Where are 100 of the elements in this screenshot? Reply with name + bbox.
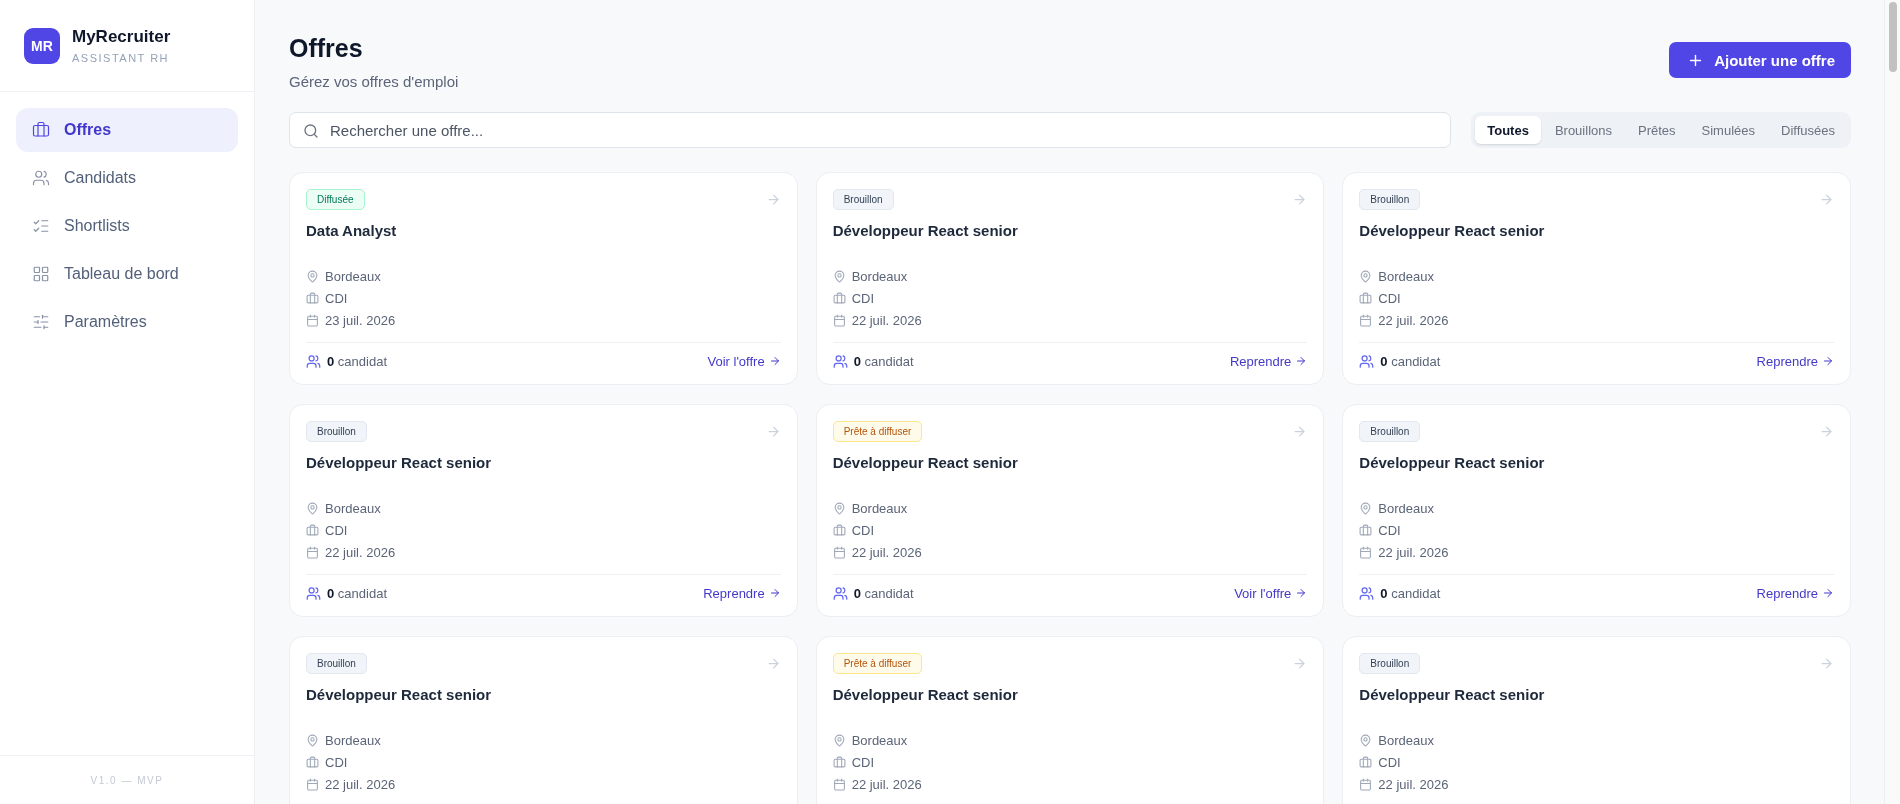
nav-item[interactable]: Candidats [16, 156, 238, 200]
offer-contract: CDI [325, 755, 348, 770]
offer-title: Développeur React senior [832, 454, 1019, 471]
candidate-count: 0 candidat [1380, 353, 1441, 369]
filter-tab[interactable]: Toutes [1475, 116, 1541, 144]
offer-card[interactable]: Brouillon Développeur React senior Bordeaux CDI 22 juil. 2026 0 candidat Reprendre [1342, 172, 1851, 385]
offer-action-link[interactable]: Reprendre [1229, 353, 1308, 369]
offer-location: Bordeaux [325, 733, 381, 748]
offer-card[interactable]: Brouillon Développeur React senior Bordeaux CDI 22 juil. 2026 [289, 636, 798, 804]
pin-icon [1359, 734, 1373, 747]
status-badge: Diffusée [306, 189, 365, 210]
offer-contract: CDI [1378, 755, 1401, 770]
offer-date: 23 juil. 2026 [325, 313, 396, 328]
candidate-count: 0 candidat [327, 353, 387, 369]
offer-location: Bordeaux [1378, 269, 1434, 284]
offer-date: 22 juil. 2026 [325, 777, 396, 792]
people-icon [1359, 353, 1375, 369]
briefcase-icon [1359, 524, 1373, 537]
arrow-right-icon [1295, 587, 1308, 599]
calendar-icon [1359, 314, 1373, 327]
pin-icon [832, 270, 846, 283]
pin-icon [306, 734, 319, 747]
briefcase-icon [1359, 292, 1373, 305]
filter-tab[interactable]: Simulées [1689, 116, 1768, 144]
offer-date: 22 juil. 2026 [1378, 545, 1449, 560]
offer-location: Bordeaux [851, 501, 908, 516]
scrollbar[interactable] [1884, 0, 1900, 804]
candidate-count: 0 candidat [327, 585, 387, 601]
candidate-count: 0 candidat [1380, 585, 1441, 601]
offer-title: Développeur React senior [832, 222, 1019, 239]
arrow-right-icon [1292, 424, 1308, 439]
offer-card[interactable]: Brouillon Développeur React senior Bordeaux CDI 22 juil. 2026 [1342, 636, 1851, 804]
offer-date: 22 juil. 2026 [851, 545, 922, 560]
briefcase-icon [832, 756, 846, 769]
scrollbar-thumb[interactable] [1888, 2, 1897, 72]
offer-title: Data Analyst [306, 222, 398, 239]
offer-contract: CDI [325, 291, 348, 306]
arrow-right-icon [1822, 587, 1834, 599]
offer-action-link[interactable]: Voir l'offre [707, 353, 781, 369]
offer-card[interactable]: Brouillon Développeur React senior Bordeaux CDI 22 juil. 2026 0 candidat Reprendre [289, 404, 798, 617]
offer-action-link[interactable]: Reprendre [1756, 353, 1834, 369]
page-title: Offres [289, 34, 364, 63]
offer-card[interactable]: Brouillon Développeur React senior Bordeaux CDI 22 juil. 2026 0 candidat Reprendre [1342, 404, 1851, 617]
calendar-icon [832, 546, 846, 559]
nav-item[interactable]: Offres [16, 108, 238, 152]
nav-item[interactable]: Tableau de bord [16, 252, 238, 296]
add-offer-button[interactable]: Ajouter une offre [1669, 42, 1851, 78]
nav-item[interactable]: Paramètres [16, 300, 238, 344]
checklist-icon [32, 217, 50, 235]
offer-date: 22 juil. 2026 [1378, 777, 1449, 792]
arrow-right-icon [768, 355, 781, 367]
status-badge: Brouillon [1359, 653, 1421, 674]
arrow-right-icon [1819, 424, 1834, 439]
offer-contract: CDI [1378, 523, 1401, 538]
offer-date: 22 juil. 2026 [851, 777, 922, 792]
status-badge: Brouillon [1359, 189, 1421, 210]
offer-action-link[interactable]: Voir l'offre [1234, 585, 1308, 601]
briefcase-icon [832, 524, 846, 537]
status-badge: Prête à diffuser [832, 421, 923, 442]
offer-card[interactable]: Prête à diffuser Développeur React senior Bordeaux CDI 22 juil. 2026 [815, 636, 1325, 804]
offer-location: Bordeaux [851, 733, 908, 748]
offer-contract: CDI [325, 523, 348, 538]
offer-title: Développeur React senior [306, 686, 493, 703]
search-icon [303, 123, 319, 139]
offer-contract: CDI [851, 523, 875, 538]
calendar-icon [306, 314, 319, 327]
offer-date: 22 juil. 2026 [851, 313, 922, 328]
people-icon [832, 585, 848, 601]
calendar-icon [306, 778, 319, 791]
arrow-right-icon [1295, 355, 1308, 367]
offer-action-link[interactable]: Reprendre [1756, 585, 1834, 601]
offer-card[interactable]: Brouillon Développeur React senior Bordeaux CDI 22 juil. 2026 0 candidat Reprendre [815, 172, 1325, 385]
calendar-icon [832, 778, 846, 791]
sliders-icon [32, 313, 50, 331]
offer-contract: CDI [851, 291, 875, 306]
filter-tab[interactable]: Brouillons [1542, 116, 1624, 144]
nav-item[interactable]: Shortlists [16, 204, 238, 248]
arrow-right-icon [1292, 192, 1308, 207]
briefcase-icon [832, 292, 846, 305]
offer-card[interactable]: Diffusée Data Analyst Bordeaux CDI 23 juil. 2026 0 candidat Voir l'offre [289, 172, 798, 385]
grid-icon [32, 265, 50, 283]
status-badge: Brouillon [832, 189, 894, 210]
arrow-right-icon [765, 656, 781, 671]
pin-icon [1359, 502, 1373, 515]
offer-card[interactable]: Prête à diffuser Développeur React senior Bordeaux CDI 22 juil. 2026 0 candidat Voir l'offre [815, 404, 1325, 617]
search-field[interactable]: Rechercher une offre... [289, 112, 1452, 148]
briefcase-icon [32, 121, 50, 139]
filter-tab[interactable]: Prêtes [1626, 116, 1688, 144]
arrow-right-icon [1822, 355, 1834, 367]
briefcase-icon [306, 292, 319, 305]
filter-tab[interactable]: Diffusées [1769, 116, 1847, 144]
offer-date: 22 juil. 2026 [1378, 313, 1449, 328]
people-icon [32, 169, 50, 187]
status-badge: Prête à diffuser [832, 653, 923, 674]
offer-location: Bordeaux [325, 501, 381, 516]
offer-location: Bordeaux [1378, 733, 1434, 748]
status-badge: Brouillon [1359, 421, 1421, 442]
offer-action-link[interactable]: Reprendre [703, 585, 781, 601]
people-icon [306, 585, 321, 601]
pin-icon [832, 502, 846, 515]
